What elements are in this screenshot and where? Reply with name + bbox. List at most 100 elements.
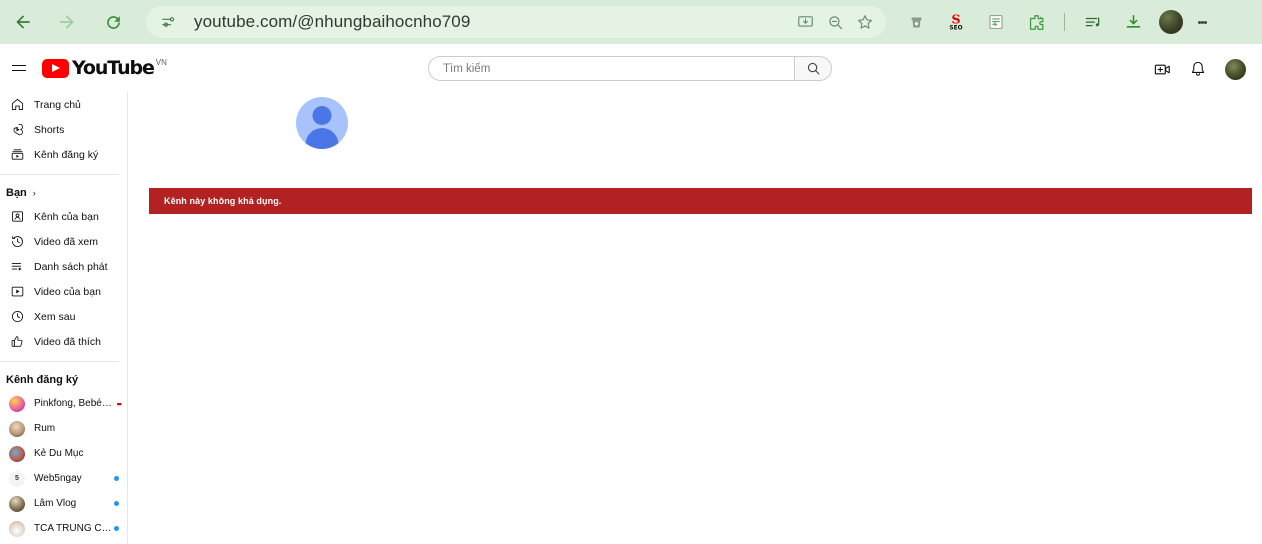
sidebar-item-label: Video đã xem [34, 235, 99, 248]
sidebar-subscription-item[interactable]: Pinkfong, Bebé T... ▪▪ [0, 391, 127, 416]
create-video-button[interactable] [1147, 56, 1177, 82]
liked-videos-icon [6, 331, 28, 353]
channel-unavailable-banner: Kênh này không khả dụng. [149, 188, 1252, 214]
new-content-badge [114, 526, 119, 531]
sidebar-item-your-channel[interactable]: Kênh của bạn [0, 204, 127, 229]
your-channel-icon [6, 206, 28, 228]
search-input[interactable]: Tìm kiếm [428, 56, 794, 81]
search-placeholder: Tìm kiếm [443, 62, 491, 75]
forward-button[interactable] [50, 5, 84, 39]
sidebar-item-liked-videos[interactable]: Video đã thích [0, 329, 127, 354]
notes-extension-icon[interactable]: 5 [981, 7, 1011, 37]
youtube-logo[interactable]: YouTube VN [42, 57, 167, 79]
sidebar-item-your-videos[interactable]: Video của bạn [0, 279, 127, 304]
sidebar-item-label: Video đã thích [34, 335, 101, 348]
sidebar-you-label: Bạn [6, 187, 27, 199]
bookmark-star-icon[interactable] [850, 7, 880, 37]
sidebar-item-label: Xem sau [34, 310, 76, 323]
sidebar-subscription-item[interactable]: Kẻ Du Mục [0, 441, 127, 466]
sidebar-you-header[interactable]: Bạn › [0, 182, 127, 204]
sidebar-item-label: Kênh đăng ký [34, 148, 99, 161]
main-content: Kênh này không khả dụng. [128, 92, 1262, 544]
reload-icon [106, 15, 120, 29]
channel-name: Pinkfong, Bebé T... [34, 398, 112, 409]
history-icon [6, 231, 28, 253]
new-content-badge [114, 501, 119, 506]
youtube-header-actions [1141, 56, 1246, 82]
omnibox-actions [790, 7, 886, 37]
channel-name: TCA TRUNG CHÍ... [34, 523, 112, 534]
sidebar-subscription-item[interactable]: 5 Web5ngay [0, 466, 127, 491]
sidebar-item-shorts[interactable]: Shorts [0, 117, 127, 142]
shield-extension-icon[interactable] [901, 7, 931, 37]
chrome-menu-button[interactable] [1189, 7, 1215, 37]
address-bar[interactable]: youtube.com/@nhungbaihocnho709 [146, 6, 886, 38]
forward-arrow-icon [60, 15, 74, 29]
sidebar-item-playlists[interactable]: Danh sách phát [0, 254, 127, 279]
channel-avatar-placeholder [296, 97, 348, 149]
sidebar-item-watch-later[interactable]: Xem sau [0, 304, 127, 329]
sidebar-subscription-item[interactable]: Rum [0, 416, 127, 441]
sidebar-divider-2 [0, 361, 119, 362]
puzzle-extensions-icon[interactable] [1021, 7, 1051, 37]
search-bar: Tìm kiếm [428, 56, 832, 81]
site-settings-button[interactable] [154, 8, 182, 36]
new-content-badge [114, 476, 119, 481]
guide-toggle-button[interactable] [2, 51, 36, 85]
download-icon[interactable] [1118, 7, 1148, 37]
youtube-country-code: VN [155, 58, 167, 67]
sidebar-item-subscriptions[interactable]: Kênh đăng ký [0, 142, 127, 167]
channel-name: Rum [34, 423, 56, 434]
back-arrow-icon [16, 15, 30, 29]
sidebar: Trang chủ Shorts Kênh đăng ký Bạn › Kênh… [0, 92, 128, 544]
error-message: Kênh này không khả dụng. [164, 196, 282, 206]
channel-name: Web5ngay [34, 473, 82, 484]
sidebar-subscription-item[interactable]: TCA TRUNG CHÍ... [0, 516, 127, 541]
channel-name: Kẻ Du Mục [34, 448, 84, 459]
channel-avatar [9, 495, 25, 512]
svg-text:5: 5 [994, 22, 997, 28]
url-text: youtube.com/@nhungbaihocnho709 [194, 12, 471, 31]
seo-extension-icon[interactable]: S SEO [941, 7, 971, 37]
your-videos-icon [6, 281, 28, 303]
avatar-body-shape [305, 128, 339, 149]
playlists-icon [6, 256, 28, 278]
tune-icon [162, 17, 175, 27]
channel-name: Lâm Vlog [34, 498, 77, 509]
channel-avatar [9, 420, 25, 437]
home-icon [6, 94, 28, 116]
extensions-area: S SEO 5 [896, 7, 1056, 37]
sidebar-subscription-item[interactable]: Lâm Vlog [0, 491, 127, 516]
sidebar-divider-1 [0, 174, 119, 175]
account-avatar[interactable] [1225, 58, 1246, 80]
sidebar-item-label: Kênh của bạn [34, 210, 99, 223]
notifications-button[interactable] [1183, 56, 1213, 82]
shorts-icon [6, 119, 28, 141]
channel-avatar [9, 445, 25, 462]
media-playlist-icon[interactable] [1078, 7, 1108, 37]
sidebar-item-label: Shorts [34, 123, 65, 136]
search-button[interactable] [794, 56, 832, 81]
youtube-play-icon [42, 59, 69, 78]
chrome-profile-avatar[interactable] [1159, 10, 1183, 34]
subscriptions-icon [6, 144, 28, 166]
svg-text:SEO: SEO [949, 26, 962, 32]
sidebar-subscriptions-title: Kênh đăng ký [6, 374, 79, 386]
sidebar-item-home[interactable]: Trang chủ [0, 92, 127, 117]
bell-icon [1191, 61, 1205, 76]
watch-later-icon [6, 306, 28, 328]
channel-avatar [9, 520, 25, 537]
back-button[interactable] [6, 5, 40, 39]
sidebar-item-label: Video của bạn [34, 285, 101, 298]
browser-toolbar: youtube.com/@nhungbaihocnho709 S SEO 5 [0, 0, 1262, 44]
sidebar-item-label: Danh sách phát [34, 260, 108, 273]
live-badge-icon: ▪▪ [116, 398, 122, 409]
install-page-icon[interactable] [790, 7, 820, 37]
avatar-head-shape [312, 106, 332, 125]
sidebar-item-label: Trang chủ [34, 98, 81, 111]
chevron-right-icon: › [32, 188, 36, 198]
reload-button[interactable] [96, 5, 130, 39]
zoom-out-icon[interactable] [820, 7, 850, 37]
sidebar-item-history[interactable]: Video đã xem [0, 229, 127, 254]
search-icon [807, 62, 819, 75]
